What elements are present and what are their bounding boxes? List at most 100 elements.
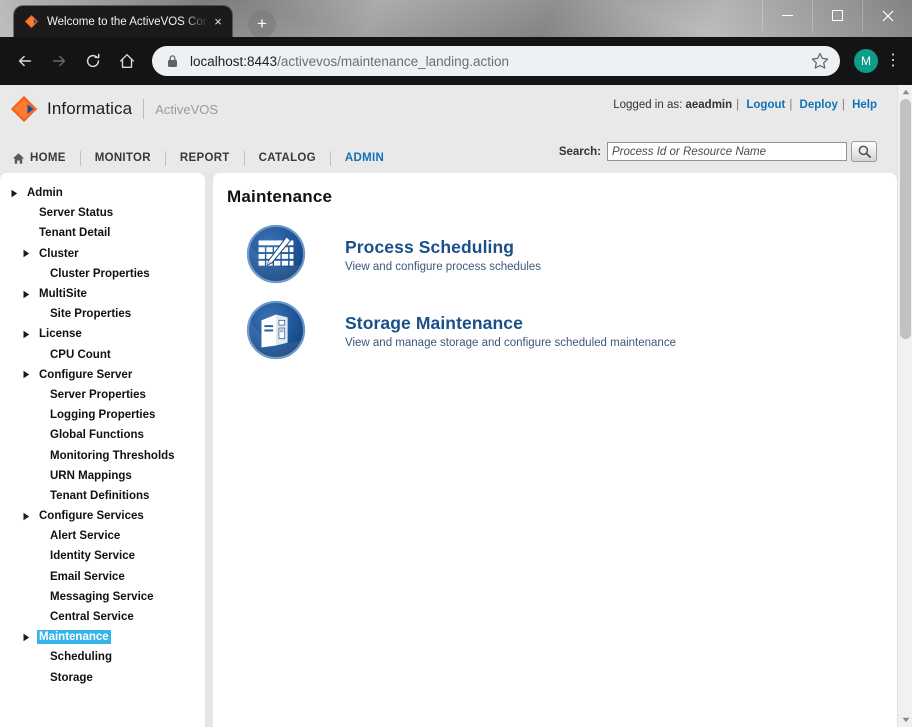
sidebar-item-label: Site Properties — [50, 308, 132, 321]
sidebar-item-configure-services[interactable]: Configure Services — [0, 506, 205, 526]
help-link[interactable]: Help — [852, 99, 877, 111]
nav-item-admin[interactable]: ADMIN — [331, 152, 398, 164]
expand-triangle-icon[interactable] — [22, 633, 31, 642]
scrollbar-up-button[interactable] — [898, 85, 912, 99]
browser-tab-title: Welcome to the ActiveVOS Cons — [47, 15, 208, 28]
server-tower-icon — [246, 300, 306, 360]
scrollbar-down-button[interactable] — [898, 713, 912, 727]
sidebar-item-configure-server[interactable]: Configure Server — [0, 365, 205, 385]
sidebar-item-admin[interactable]: Admin — [0, 183, 205, 203]
page-viewport: Informatica ActiveVOS Logged in as: aead… — [0, 85, 912, 727]
sidebar-item-license[interactable]: License — [0, 324, 205, 344]
sidebar-item-maintenance[interactable]: Maintenance — [0, 627, 205, 647]
nav-item-home[interactable]: HOME — [12, 152, 80, 165]
sidebar-item-global-functions[interactable]: Global Functions — [0, 425, 205, 445]
reload-button[interactable] — [78, 46, 108, 76]
maximize-button[interactable] — [812, 0, 862, 31]
sidebar-item-storage[interactable]: Storage — [0, 668, 205, 688]
logout-link[interactable]: Logout — [746, 99, 785, 111]
informatica-logo-icon — [10, 95, 38, 123]
expand-triangle-icon[interactable] — [10, 189, 19, 198]
forward-arrow-icon — [52, 55, 66, 67]
expand-triangle-icon[interactable] — [22, 512, 31, 521]
page-scrollbar[interactable] — [897, 85, 912, 727]
browser-menu-button[interactable]: ⋮ — [884, 53, 902, 69]
sidebar-item-logging-properties[interactable]: Logging Properties — [0, 405, 205, 425]
sidebar-item-cpu-count[interactable]: CPU Count — [0, 345, 205, 365]
window-controls — [762, 0, 912, 31]
sidebar-item-label: Logging Properties — [50, 409, 156, 422]
tab-strip: Welcome to the ActiveVOS Cons × — [0, 6, 232, 37]
minimize-icon — [782, 15, 793, 16]
sidebar-item-server-status[interactable]: Server Status — [0, 203, 205, 223]
forward-button[interactable] — [44, 46, 74, 76]
home-button[interactable] — [112, 46, 142, 76]
url-text: localhost:8443/activevos/maintenance_lan… — [190, 54, 810, 69]
sidebar-item-cluster[interactable]: Cluster — [0, 244, 205, 264]
sidebar-item-label: Identity Service — [50, 550, 136, 563]
expand-triangle-icon[interactable] — [22, 330, 31, 339]
browser-toolbar: localhost:8443/activevos/maintenance_lan… — [0, 37, 912, 85]
nav-item-monitor[interactable]: MONITOR — [81, 152, 165, 164]
landing-text-storage-maintenance: Storage Maintenance View and manage stor… — [345, 299, 676, 349]
brand: Informatica ActiveVOS — [10, 95, 218, 123]
sidebar-item-monitoring-thresholds[interactable]: Monitoring Thresholds — [0, 445, 205, 465]
bookmark-star-icon[interactable] — [810, 51, 830, 71]
sidebar-item-label: Scheduling — [50, 651, 112, 664]
nav-item-catalog[interactable]: CATALOG — [245, 152, 330, 164]
back-button[interactable] — [10, 46, 40, 76]
sidebar-item-cluster-properties[interactable]: Cluster Properties — [0, 264, 205, 284]
sidebar-item-urn-mappings[interactable]: URN Mappings — [0, 466, 205, 486]
landing-item-storage-maintenance[interactable]: Storage Maintenance View and manage stor… — [213, 299, 897, 361]
home-icon — [12, 152, 25, 164]
sidebar-item-central-service[interactable]: Central Service — [0, 607, 205, 627]
brand-name: Informatica — [47, 99, 133, 118]
landing-link-process-scheduling[interactable]: Process Scheduling — [345, 237, 541, 258]
landing-link-storage-maintenance[interactable]: Storage Maintenance — [345, 313, 676, 334]
sidebar-item-label: Monitoring Thresholds — [50, 449, 175, 462]
expand-triangle-icon[interactable] — [22, 290, 31, 299]
sidebar: Admin Server Status Tenant Detail Cluster Cl… — [0, 173, 205, 727]
browser-tab-active[interactable]: Welcome to the ActiveVOS Cons × — [14, 6, 232, 37]
main-nav: HOME MONITOR REPORT CATALOG ADMIN — [0, 143, 897, 173]
sidebar-item-site-properties[interactable]: Site Properties — [0, 304, 205, 324]
sidebar-item-tenant-detail[interactable]: Tenant Detail — [0, 223, 205, 243]
address-bar[interactable]: localhost:8443/activevos/maintenance_lan… — [152, 46, 840, 76]
house-icon — [120, 54, 134, 68]
username: aeadmin — [685, 99, 733, 111]
browser-window: Welcome to the ActiveVOS Cons × + localh… — [0, 0, 912, 727]
new-tab-button[interactable]: + — [248, 10, 276, 37]
nav-item-report[interactable]: REPORT — [166, 152, 244, 164]
sidebar-item-label: Alert Service — [50, 530, 121, 543]
landing-list: Process Scheduling View and configure pr… — [213, 223, 897, 361]
sidebar-item-label: Central Service — [50, 611, 134, 624]
deploy-link[interactable]: Deploy — [800, 99, 838, 111]
chevron-up-icon — [902, 89, 909, 95]
sidebar-item-label: Messaging Service — [50, 590, 154, 603]
url-path: /activevos/maintenance_landing.action — [277, 53, 509, 69]
window-close-icon — [882, 10, 893, 21]
sidebar-item-tenant-definitions[interactable]: Tenant Definitions — [0, 486, 205, 506]
sidebar-item-scheduling[interactable]: Scheduling — [0, 647, 205, 667]
sidebar-item-messaging-service[interactable]: Messaging Service — [0, 587, 205, 607]
sidebar-item-server-properties[interactable]: Server Properties — [0, 385, 205, 405]
account-bar: Logged in as: aeadmin | Logout | Deploy | H… — [613, 99, 877, 111]
sidebar-item-label: Admin — [27, 187, 63, 200]
minimize-button[interactable] — [762, 0, 812, 31]
sidebar-item-multisite[interactable]: MultiSite — [0, 284, 205, 304]
expand-triangle-icon[interactable] — [22, 370, 31, 379]
sidebar-item-alert-service[interactable]: Alert Service — [0, 526, 205, 546]
profile-avatar[interactable]: M — [854, 49, 878, 73]
expand-triangle-icon[interactable] — [22, 249, 31, 258]
sidebar-item-email-service[interactable]: Email Service — [0, 567, 205, 587]
sidebar-item-identity-service[interactable]: Identity Service — [0, 546, 205, 566]
activevos-console-page: Informatica ActiveVOS Logged in as: aead… — [0, 85, 897, 727]
sidebar-item-label: Cluster — [39, 247, 79, 260]
scrollbar-thumb[interactable] — [900, 99, 911, 339]
url-host: localhost:8443 — [190, 53, 278, 69]
landing-item-process-scheduling[interactable]: Process Scheduling View and configure pr… — [213, 223, 897, 285]
close-icon[interactable]: × — [210, 14, 226, 30]
sidebar-item-label: Tenant Detail — [39, 227, 111, 240]
window-close-button[interactable] — [862, 0, 912, 31]
sidebar-item-label: Server Properties — [50, 388, 146, 401]
